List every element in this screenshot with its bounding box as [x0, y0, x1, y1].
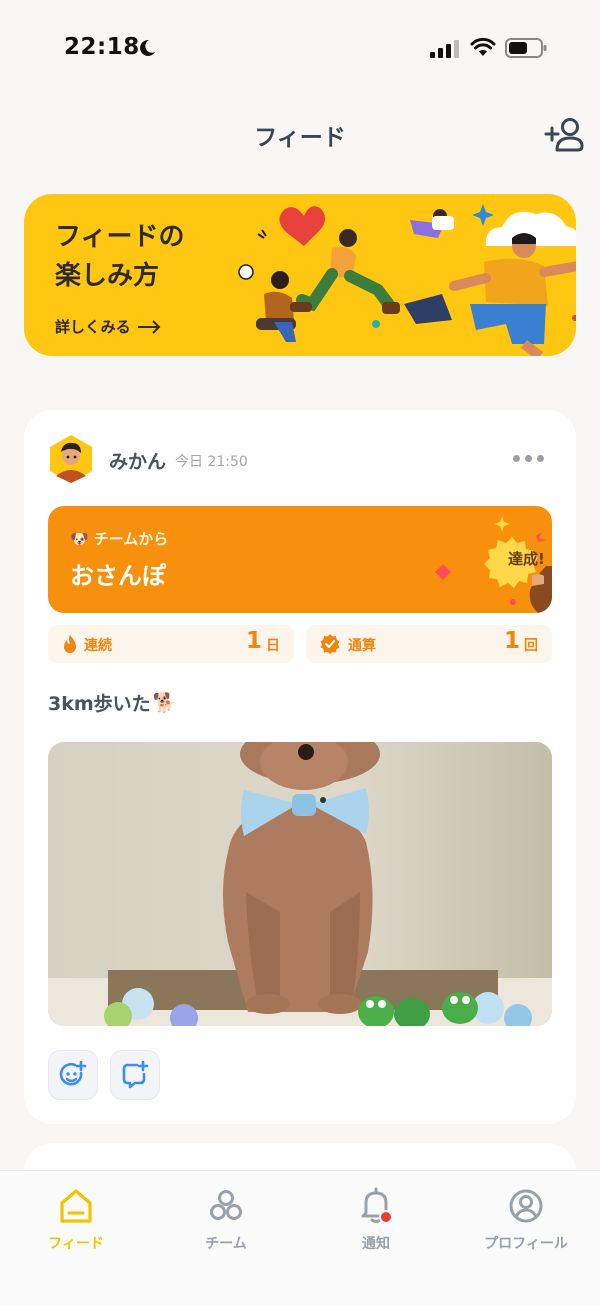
tab-bar: フィード チーム 通知 プロフィール	[0, 1170, 600, 1305]
dog-emoji-icon: 🐕	[152, 692, 177, 714]
goal-source: 🐶 チームから	[70, 528, 168, 549]
banner-more-link[interactable]: 詳しくみる	[55, 316, 161, 337]
tab-feed[interactable]: フィード	[16, 1183, 136, 1253]
streak-stat: 連続 1 日	[48, 625, 294, 663]
streak-stat-label: 連続	[84, 638, 112, 654]
tab-notifications[interactable]: 通知	[316, 1183, 436, 1253]
home-icon	[60, 1189, 92, 1223]
wifi-icon	[470, 37, 496, 56]
add-friend-icon[interactable]	[544, 116, 584, 154]
tab-profile[interactable]: プロフィール	[466, 1183, 586, 1253]
moon-icon	[140, 39, 155, 56]
total-stat-unit: 回	[524, 638, 538, 654]
goal-card[interactable]: 🐶 チームから おさんぽ 達成!	[48, 506, 552, 613]
arrow-right-icon	[137, 319, 161, 334]
team-icon	[210, 1190, 242, 1220]
banner-title-line1: フィードの	[55, 222, 185, 252]
streak-stat-unit: 日	[266, 638, 280, 654]
more-options-button[interactable]	[510, 448, 546, 468]
more-dot-icon	[512, 454, 520, 462]
streak-stat-value: 1	[245, 628, 262, 654]
achieved-badge: 達成!	[418, 506, 552, 613]
flame-icon	[64, 635, 76, 653]
emoji-plus-icon	[59, 1061, 87, 1086]
cellular-signal-icon	[430, 40, 459, 58]
post-photo[interactable]	[48, 742, 552, 1026]
total-stat: 通算 1 回	[306, 625, 552, 663]
goal-source-label: チームから	[93, 530, 169, 548]
banner-title-line2: 楽しみ方	[55, 261, 160, 291]
tab-team-label: チーム	[205, 1236, 247, 1252]
profile-icon	[509, 1189, 543, 1223]
avatar[interactable]	[48, 434, 94, 484]
banner-more-label: 詳しくみる	[55, 318, 131, 336]
status-bar: 22:18	[0, 0, 600, 96]
battery-icon	[505, 38, 547, 58]
post-user-name[interactable]: みかん	[109, 447, 166, 474]
post-text: 3km歩いた 🐕	[48, 689, 176, 716]
add-comment-button[interactable]	[110, 1050, 160, 1100]
banner-illustration	[238, 204, 576, 356]
add-reaction-button[interactable]	[48, 1050, 98, 1100]
tab-notifications-label: 通知	[362, 1236, 390, 1252]
banner-title: フィードの 楽しみ方	[55, 218, 184, 296]
comment-plus-icon	[122, 1061, 149, 1089]
post-card: みかん 今日 21:50 🐶 チームから おさんぽ 達成! 連続 1 日 通算 …	[24, 410, 576, 1124]
more-dot-icon	[536, 454, 544, 462]
page-title: フィード	[254, 125, 346, 151]
verified-check-icon	[320, 634, 340, 654]
bell-icon	[361, 1187, 393, 1224]
total-stat-label: 通算	[348, 638, 376, 654]
tab-team[interactable]: チーム	[166, 1183, 286, 1253]
status-time: 22:18	[64, 34, 140, 60]
goal-title: おさんぽ	[70, 562, 166, 590]
total-stat-value: 1	[503, 628, 520, 654]
more-dot-icon	[524, 454, 532, 462]
dog-emoji-icon: 🐶	[70, 529, 89, 548]
post-time: 今日 21:50	[175, 454, 248, 470]
achieved-badge-label: 達成!	[508, 550, 545, 568]
poodle-photo-image	[48, 742, 552, 1026]
tab-profile-label: プロフィール	[484, 1236, 568, 1252]
post-text-body: 3km歩いた	[48, 693, 151, 715]
tab-feed-label: フィード	[48, 1236, 104, 1252]
feed-guide-banner[interactable]: フィードの 楽しみ方 詳しくみる	[24, 194, 576, 356]
